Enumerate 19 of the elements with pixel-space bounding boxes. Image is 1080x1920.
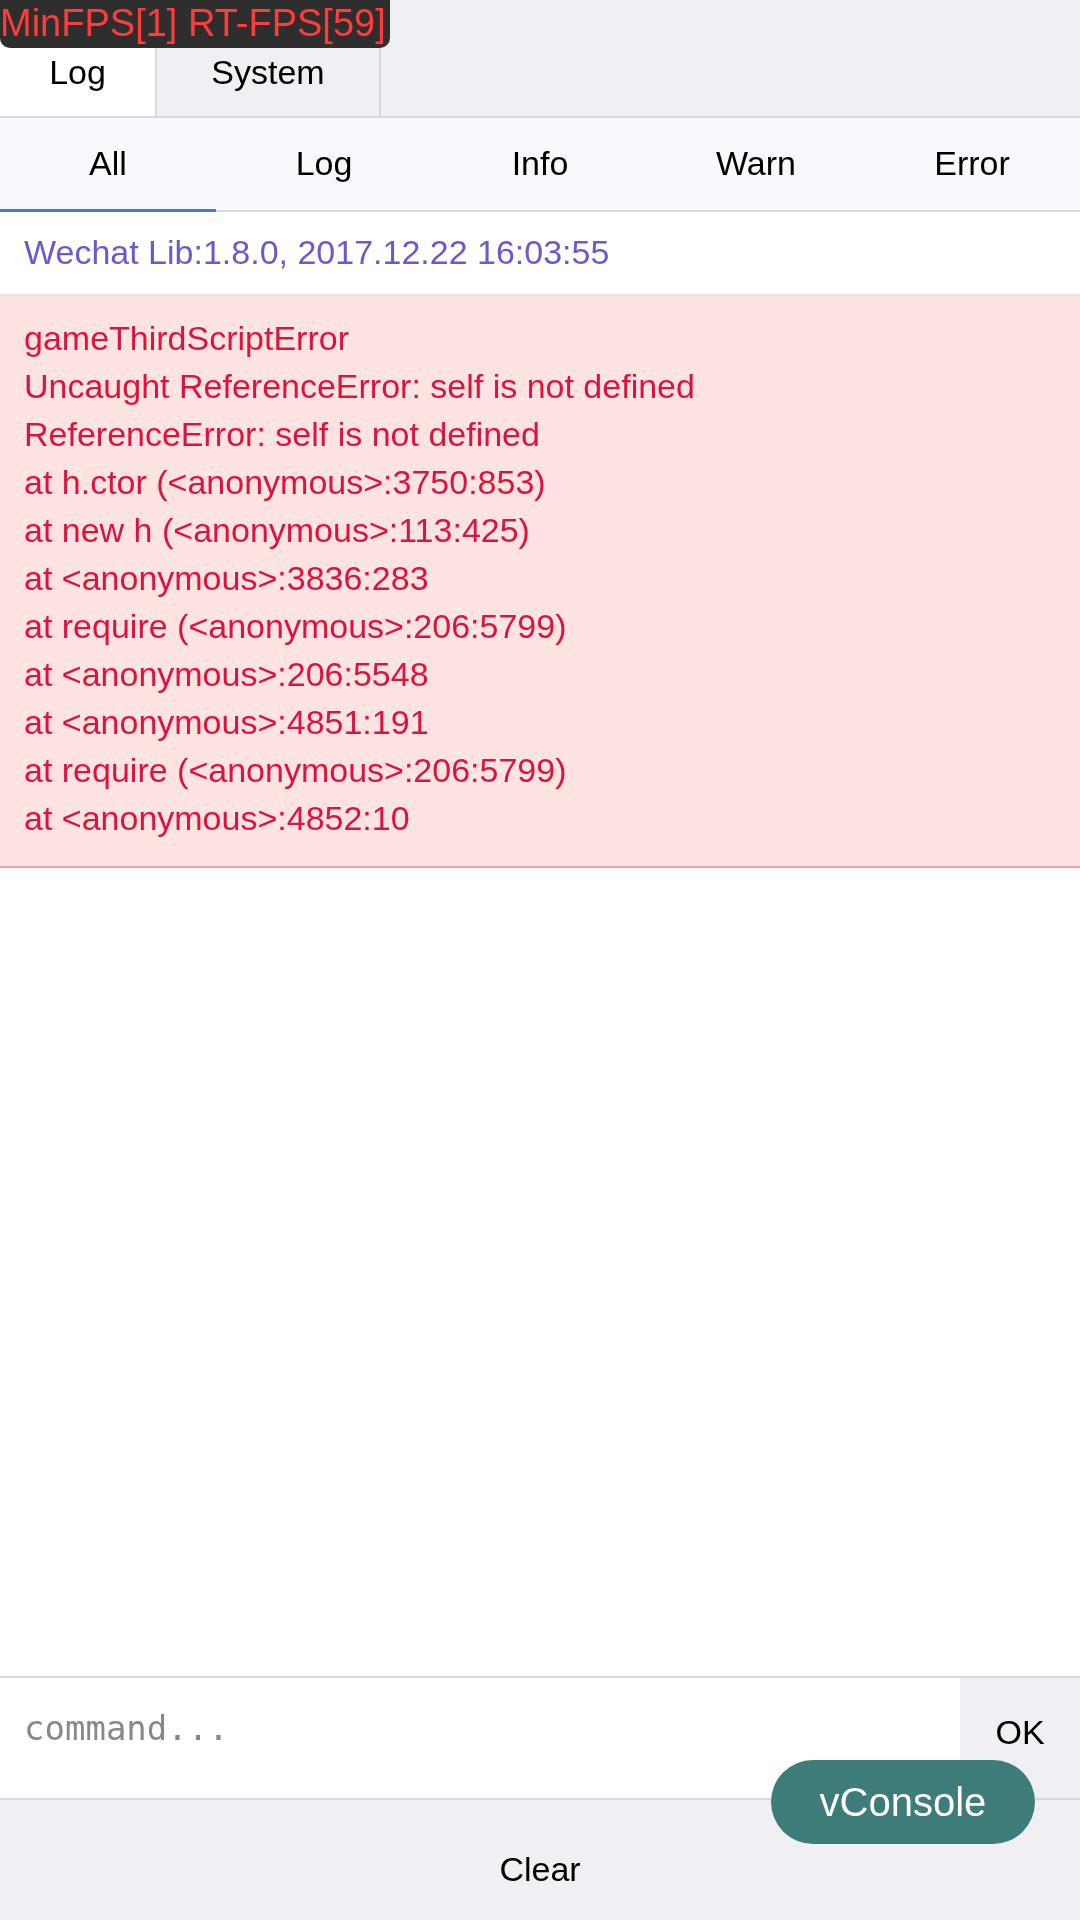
log-line: at require (<anonymous>:206:5799)	[24, 750, 568, 791]
log-line: at <anonymous>:3836:283	[24, 558, 430, 599]
log-line: at require (<anonymous>:206:5799)	[24, 606, 568, 647]
log-line: Uncaught ReferenceError: self is not defined	[24, 366, 696, 407]
log-line: at new h (<anonymous>:113:425)	[24, 510, 531, 551]
log-line: ReferenceError: self is not defined	[24, 414, 541, 455]
log-line: at <anonymous>:4852:10	[24, 798, 411, 839]
log-line: at <anonymous>:206:5548	[24, 654, 430, 695]
vconsole-button[interactable]: vConsole	[771, 1760, 1035, 1844]
filter-tab[interactable]: Error	[864, 118, 1080, 212]
log-line: gameThirdScriptError	[24, 318, 350, 359]
log-line: at h.ctor (<anonymous>:3750:853)	[24, 462, 547, 503]
filter-tab[interactable]: All	[0, 118, 216, 212]
filter-tab[interactable]: Warn	[648, 118, 864, 212]
fps-overlay: MinFPS[1] RT-FPS[59]	[0, 0, 390, 48]
filter-tab[interactable]: Log	[216, 118, 432, 212]
log-line: at <anonymous>:4851:191	[24, 702, 430, 743]
log-line: Wechat Lib:1.8.0, 2017.12.22 16:03:55	[24, 232, 611, 273]
filter-tab[interactable]: Info	[432, 118, 648, 212]
